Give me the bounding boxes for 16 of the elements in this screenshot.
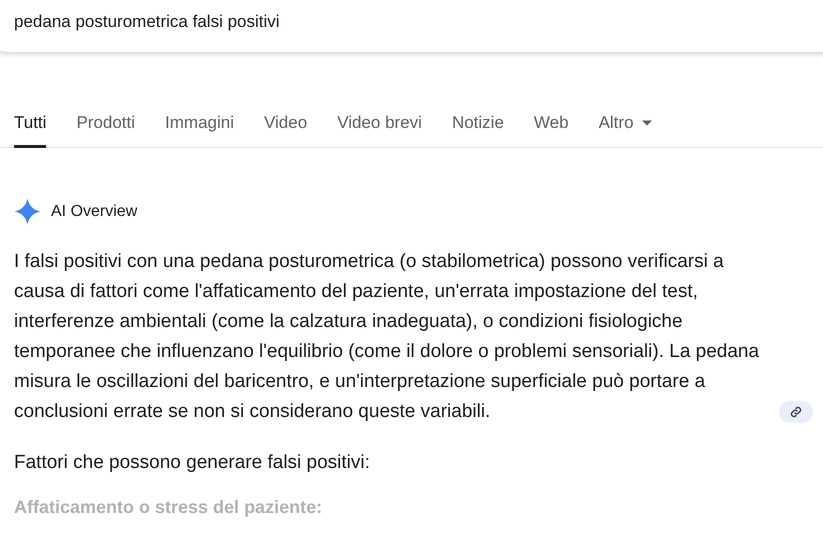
link-icon (790, 406, 802, 418)
caret-icon (642, 120, 652, 126)
tab[interactable]: Tutti (14, 100, 46, 148)
sparkle-icon (14, 198, 41, 225)
tab[interactable]: Immagini (165, 100, 234, 148)
tab[interactable]: Notizie (452, 100, 504, 148)
section-heading: Fattori che possono generare falsi positivi: (13, 451, 371, 475)
tab[interactable]: Web (534, 100, 569, 148)
subheading: Affaticamento o stress del paziente: (13, 496, 324, 519)
overview-paragraph: I falsi positivi con una pedana posturometrica (o stabilometrica) possono verificarsi a causa di fattori come l'affaticamento del paziente, un'errata impostazione del test, interferenze ambientali (come la calzatura inadeguata), o condizioni fisiologiche temporanee che influenzano l'equilibrio (come il dolore o problemi sensoriali). La pedana misura le oscillazioni del baricentro, e un'interpretazione superficiale può portare a conclusioni errate se non si considerano queste variabili. (14, 250, 760, 424)
tab[interactable]: Video brevi (337, 100, 422, 148)
tab[interactable]: Video (264, 100, 308, 148)
tab[interactable]: Altro (598, 100, 652, 148)
section-title: AI Overview (51, 202, 138, 222)
link-icon-button[interactable] (779, 401, 813, 423)
tab[interactable]: Prodotti (76, 100, 136, 148)
